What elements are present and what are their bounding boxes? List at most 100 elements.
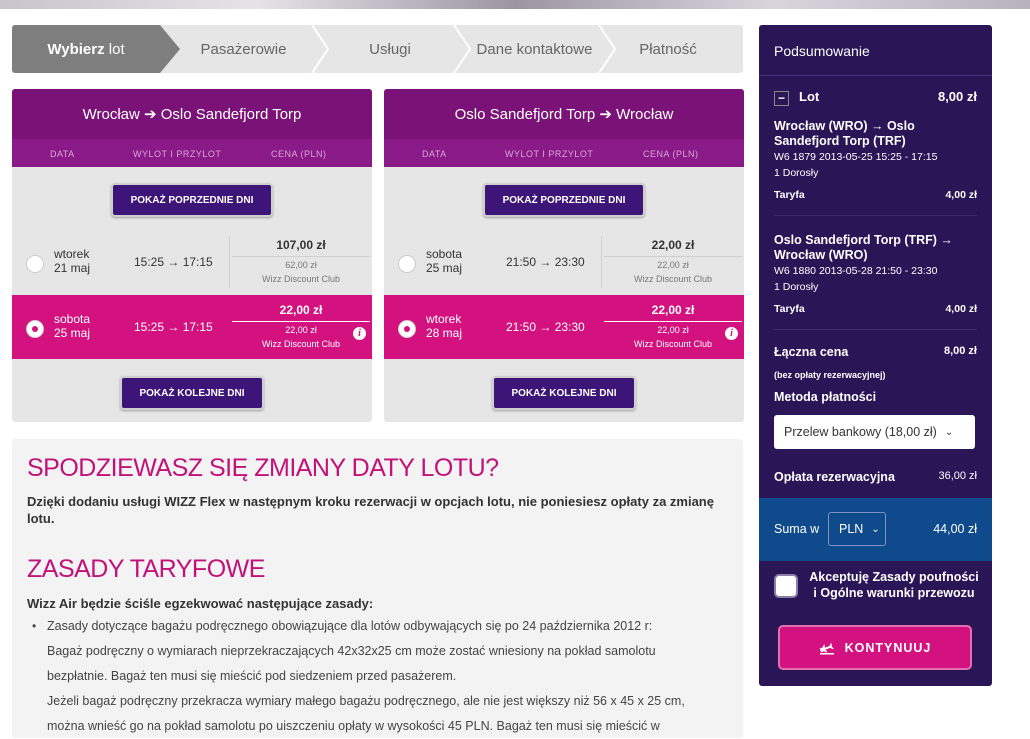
club-label: Wizz Discount Club bbox=[261, 274, 341, 284]
column-headers: DATA WYLOT I PRZYLOT CENA (PLN) bbox=[384, 139, 744, 167]
flight-radio-selected[interactable] bbox=[26, 320, 44, 338]
flight-summary-title: Wrocław (WRO) → Oslo Sandefjord Torp (TR… bbox=[774, 119, 915, 148]
outbound-route-title: Wrocław ➔ Oslo Sandefjord Torp bbox=[12, 89, 372, 139]
lot-value: 8,00 zł bbox=[937, 89, 977, 104]
club-label: Wizz Discount Club bbox=[261, 339, 341, 349]
fare-value: 4,00 zł bbox=[945, 189, 977, 201]
continue-button[interactable]: KONTYNUUJ bbox=[778, 625, 972, 670]
payment-method-select[interactable]: Przelew bankowy (18,00 zł) ⌄ bbox=[774, 415, 975, 449]
bullet: • bbox=[32, 619, 37, 633]
show-next-days-button[interactable]: POKAŻ KOLEJNE DNI bbox=[120, 376, 264, 410]
fee-label: Opłata rezerwacyjna bbox=[774, 470, 895, 484]
price-main: 22,00 zł bbox=[232, 303, 370, 322]
col-price: CENA (PLN) bbox=[643, 149, 699, 159]
step-payment[interactable]: Płatność bbox=[612, 25, 724, 73]
col-times: WYLOT I PRZYLOT bbox=[505, 149, 594, 159]
divider bbox=[601, 236, 602, 288]
payment-method-value: Przelew bankowy (18,00 zł) bbox=[784, 425, 937, 439]
flight-summary-title: Oslo Sandefjord Torp (TRF) → Wrocław (WR… bbox=[774, 233, 953, 262]
chevron-down-icon: ⌄ bbox=[944, 426, 954, 438]
price-club: 22,00 zł bbox=[285, 325, 317, 335]
step-divider-icon bbox=[311, 25, 330, 73]
flight-option-row-selected[interactable]: sobota 25 maj 15:25 → 17:15 22,00 zł 22,0… bbox=[12, 295, 372, 359]
flight-radio[interactable] bbox=[26, 255, 44, 273]
show-previous-days-button[interactable]: POKAŻ POPRZEDNIE DNI bbox=[111, 183, 273, 217]
flight-times: 21:50 → 23:30 bbox=[506, 255, 585, 269]
step-contact[interactable]: Dane kontaktowe bbox=[467, 25, 602, 73]
flight-option-row[interactable]: wtorek 21 maj 15:25 → 17:15 107,00 zł 62,… bbox=[12, 230, 372, 294]
fare-value: 4,00 zł bbox=[945, 303, 977, 315]
rules-line: bezpłatnie. Bagaż ten musi się mieścić p… bbox=[47, 669, 457, 683]
price-main: 22,00 zł bbox=[604, 303, 742, 322]
col-price: CENA (PLN) bbox=[271, 149, 327, 159]
flex-heading: SPODZIEWASZ SIĘ ZMIANY DATY LOTU? bbox=[27, 454, 499, 482]
info-icon[interactable]: i bbox=[725, 327, 738, 340]
divider bbox=[759, 75, 992, 76]
flex-text: Dzięki dodaniu usługi WIZZ Flex w następ… bbox=[27, 494, 714, 526]
booking-fee-row: Opłata rezerwacyjna 36,00 zł bbox=[774, 470, 977, 484]
plane-icon bbox=[819, 642, 834, 654]
flight-radio[interactable] bbox=[398, 255, 416, 273]
step-passengers[interactable]: Pasażerowie bbox=[172, 25, 315, 73]
accept-terms-label[interactable]: Akceptuję Zasady poufności i Ogólne waru… bbox=[809, 569, 979, 601]
flight-option-row-selected[interactable]: wtorek 28 maj 21:50 → 23:30 22,00 zł 22,0… bbox=[384, 295, 744, 359]
chevron-down-icon: ⌄ bbox=[871, 523, 880, 535]
step-label: Wybierz bbox=[47, 40, 105, 58]
flight-option-row[interactable]: sobota 25 maj 21:50 → 23:30 22,00 zł 22,0… bbox=[384, 230, 744, 294]
step-label: Usługi bbox=[369, 40, 411, 58]
show-next-days-button[interactable]: POKAŻ KOLEJNE DNI bbox=[492, 376, 636, 410]
col-date: DATA bbox=[422, 149, 447, 159]
flight-price: 22,00 zł 22,00 zł Wizz Discount Club bbox=[604, 303, 742, 350]
lot-label: Lot bbox=[799, 89, 820, 104]
collapse-icon[interactable]: − bbox=[774, 91, 789, 106]
step-label: Pasażerowie bbox=[200, 40, 287, 58]
info-section: SPODZIEWASZ SIĘ ZMIANY DATY LOTU? Dzięki… bbox=[12, 439, 743, 738]
total-row: Łączna cena 8,00 zł bbox=[774, 345, 977, 359]
show-previous-days-button[interactable]: POKAŻ POPRZEDNIE DNI bbox=[483, 183, 645, 217]
accept-terms-checkbox[interactable] bbox=[774, 574, 798, 598]
outbound-flight-panel: Wrocław ➔ Oslo Sandefjord Torp DATA WYLO… bbox=[12, 89, 372, 422]
sum-value: 44,00 zł bbox=[933, 522, 977, 536]
fee-value: 36,00 zł bbox=[938, 470, 977, 482]
fare-label: Taryfa bbox=[774, 189, 805, 201]
info-icon[interactable]: i bbox=[353, 327, 366, 340]
club-label: Wizz Discount Club bbox=[633, 339, 713, 349]
currency-select[interactable]: PLN ⌄ bbox=[828, 512, 886, 546]
sum-label: Suma w bbox=[774, 522, 820, 536]
step-label: lot bbox=[108, 40, 125, 58]
step-select-flight[interactable]: Wybierz lot bbox=[12, 25, 160, 73]
rules-line: Jeżeli bagaż podręczny przekracza wymiar… bbox=[47, 694, 685, 708]
header-banner bbox=[0, 0, 1030, 9]
sum-band: Suma w PLN ⌄ 44,00 zł bbox=[759, 498, 992, 561]
flight-radio-selected[interactable] bbox=[398, 320, 416, 338]
total-label: Łączna cena bbox=[774, 345, 849, 359]
flight-date: sobota 25 maj bbox=[54, 312, 91, 340]
rules-line: można wnieść go na pokład samolotu po ui… bbox=[47, 719, 660, 733]
flight-summary-meta: W6 1879 2013-05-25 15:25 - 17:15 bbox=[774, 151, 938, 163]
divider bbox=[774, 215, 977, 216]
fare-row: Taryfa 4,00 zł bbox=[774, 303, 977, 315]
inbound-route-title: Oslo Sandefjord Torp ➔ Wrocław bbox=[384, 89, 744, 139]
total-note: (bez opłaty rezerwacyjnej) bbox=[774, 370, 886, 380]
step-label: Dane kontaktowe bbox=[476, 40, 593, 58]
flight-price: 22,00 zł 22,00 zł Wizz Discount Club bbox=[604, 238, 742, 285]
flight-times: 15:25 → 17:15 bbox=[134, 255, 213, 269]
flight-date: wtorek 28 maj bbox=[426, 312, 463, 340]
fare-label: Taryfa bbox=[774, 303, 805, 315]
column-headers: DATA WYLOT I PRZYLOT CENA (PLN) bbox=[12, 139, 372, 167]
flight-date: wtorek 21 maj bbox=[54, 247, 91, 275]
continue-label: KONTYNUUJ bbox=[844, 640, 932, 655]
fare-row: Taryfa 4,00 zł bbox=[774, 189, 977, 201]
rules-intro: Wizz Air będzie ściśle egzekwować następ… bbox=[27, 596, 374, 611]
currency-value: PLN bbox=[839, 522, 864, 536]
rules-line: Bagaż podręczny o wymiarach nieprzekracz… bbox=[47, 644, 656, 658]
price-club: 22,00 zł bbox=[657, 260, 689, 270]
divider bbox=[774, 329, 977, 330]
rules-text: Zasady dotyczące bagażu podręcznego obow… bbox=[47, 614, 732, 739]
price-club: 22,00 zł bbox=[657, 325, 689, 335]
summary-title: Podsumowanie bbox=[774, 43, 870, 59]
booking-steps: Wybierz lot Pasażerowie Usługi Dane kont… bbox=[12, 25, 743, 73]
rules-line: Zasady dotyczące bagażu podręcznego obow… bbox=[47, 619, 653, 633]
col-date: DATA bbox=[50, 149, 75, 159]
step-services[interactable]: Usługi bbox=[330, 25, 450, 73]
